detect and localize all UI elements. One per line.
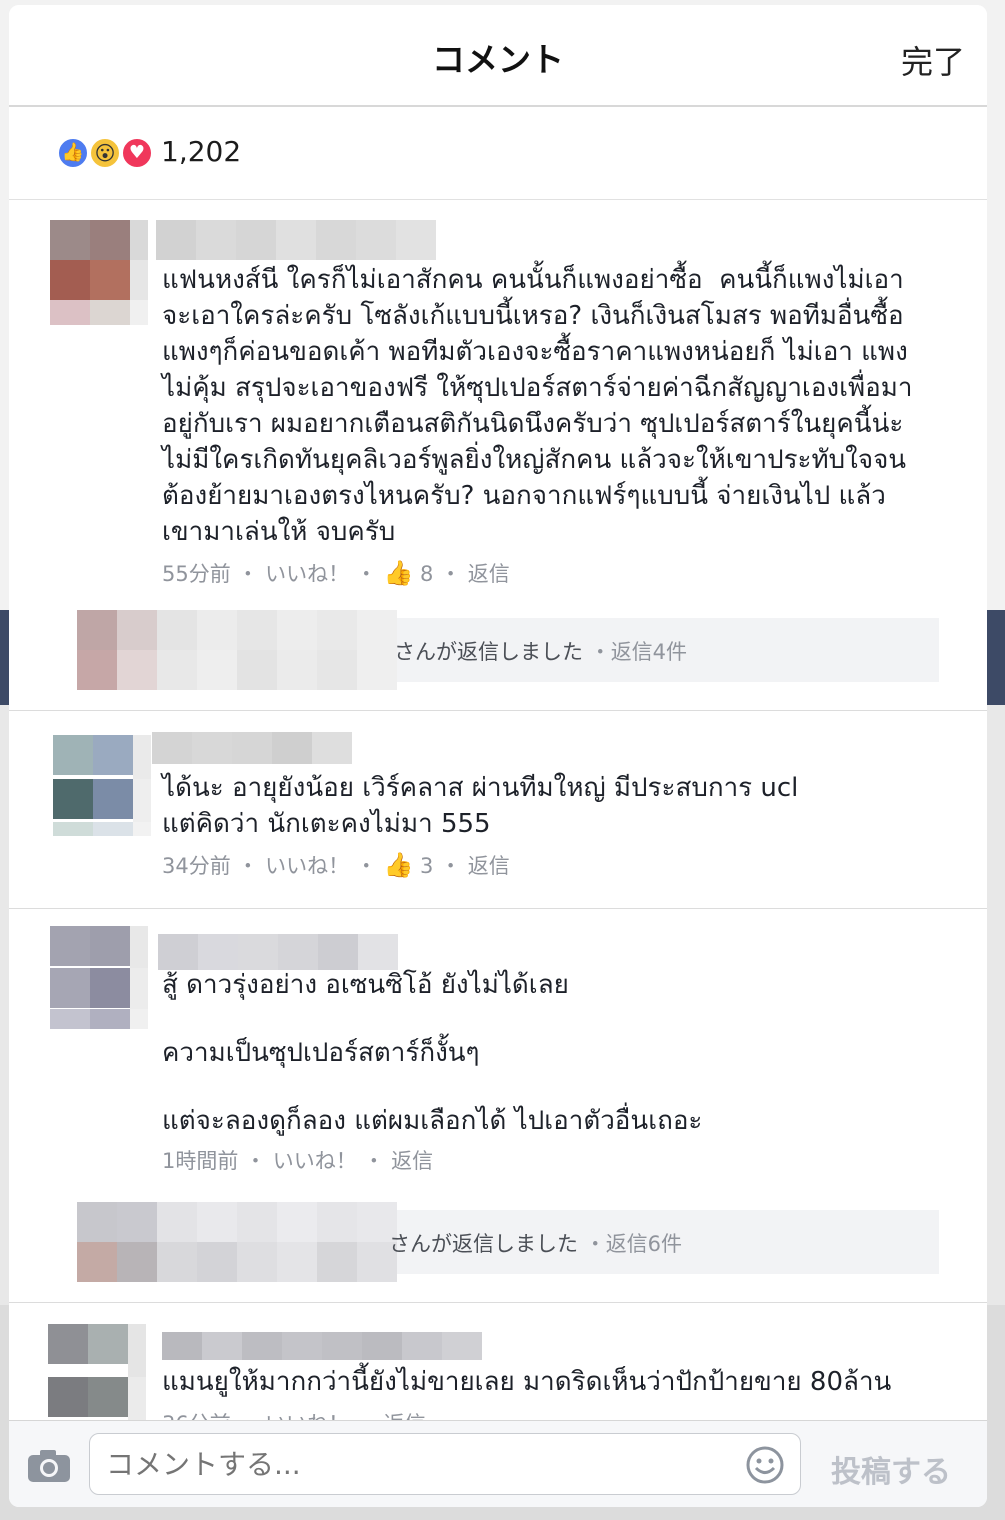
like-link[interactable]: いいね！ xyxy=(265,854,349,878)
comment-time: 36分前 xyxy=(162,1412,231,1420)
comment-text: แฟนหงส์นี ใครก็ไม่เอาสักคน คนนั้นก็แพงอย… xyxy=(162,265,913,547)
comment-list: แฟนหงส์นี ใครก็ไม่เอาสักคน คนนั้นก็แพงอย… xyxy=(9,200,987,1420)
reaction-count: 1,202 xyxy=(161,135,242,168)
like-count: 3 xyxy=(420,854,434,878)
comment-time: 55分前 xyxy=(162,562,231,586)
divider xyxy=(9,908,987,909)
done-button[interactable]: 完了 xyxy=(901,37,965,83)
reply-link[interactable]: 返信 xyxy=(383,1412,425,1420)
comment-input[interactable] xyxy=(89,1433,801,1495)
comment-text: แมนยูให้มากกว่านี้ยังไม่ขายเลย มาดริดเห็… xyxy=(162,1367,892,1397)
like-icon: 👍 xyxy=(57,137,89,169)
avatar[interactable] xyxy=(50,220,148,325)
reply-summary[interactable]: さんが返信しました ・返信4件 xyxy=(77,610,939,690)
comment-text: ได้นะ อายุยังน้อย เวิร์คลาส ผ่านทีมใหญ่ … xyxy=(162,773,799,839)
reply-link[interactable]: 返信 xyxy=(468,562,510,586)
reactions-summary[interactable]: 👍 😮 ♥ 1,202 xyxy=(9,107,987,200)
comment-meta: 1時間前 ・ いいね！ ・ 返信 xyxy=(162,1149,434,1173)
reply-count[interactable]: 返信4件 xyxy=(611,640,687,664)
wow-icon: 😮 xyxy=(89,137,121,169)
camera-icon[interactable] xyxy=(27,1449,71,1483)
love-icon: ♥ xyxy=(121,137,153,169)
like-link[interactable]: いいね！ xyxy=(265,562,349,586)
comment-composer: 投稿する xyxy=(9,1420,987,1507)
replier-avatar xyxy=(77,610,397,690)
sheet-header: コメント 完了 xyxy=(9,5,987,107)
reply-summary-text: さんが返信しました xyxy=(394,640,583,664)
commenter-name[interactable] xyxy=(162,1332,482,1360)
comment-meta: 55分前 ・ いいね！ ・ 👍 8 ・ 返信 xyxy=(162,559,510,587)
reply-summary-text: さんが返信しました xyxy=(389,1232,578,1256)
emoji-icon[interactable] xyxy=(745,1445,785,1485)
comment-text: สู้ ดาวรุ่งอย่าง อเซนซิโอ้ ยังไม่ได้เลย … xyxy=(162,970,703,1136)
avatar[interactable] xyxy=(48,1324,146,1420)
commenter-name[interactable] xyxy=(158,934,398,970)
like-link[interactable]: いいね！ xyxy=(273,1149,357,1173)
comment-time: 1時間前 xyxy=(162,1149,239,1173)
comment-meta: 34分前 ・ いいね！ ・ 👍 3 ・ 返信 xyxy=(162,851,510,879)
comment-time: 34分前 xyxy=(162,854,231,878)
avatar[interactable] xyxy=(50,926,148,1031)
replier-avatar xyxy=(77,1202,397,1282)
comment-meta: 36分前 ・ いいね！ ・ 返信 xyxy=(162,1408,425,1420)
divider xyxy=(9,1302,987,1303)
post-button[interactable]: 投稿する xyxy=(831,1447,951,1491)
page-title: コメント xyxy=(432,40,564,79)
like-count-icon: 👍 xyxy=(383,559,414,587)
reply-link[interactable]: 返信 xyxy=(391,1149,433,1173)
reply-link[interactable]: 返信 xyxy=(468,854,510,878)
reply-summary[interactable]: さんが返信しました ・返信6件 xyxy=(77,1202,939,1282)
like-count: 8 xyxy=(420,562,434,586)
comments-sheet: コメント 完了 👍 😮 ♥ 1,202 แฟนหงส์นี ใครก็ไม่เอ… xyxy=(9,5,987,1507)
like-link[interactable]: いいね！ xyxy=(265,1412,349,1420)
reply-count[interactable]: 返信6件 xyxy=(606,1232,682,1256)
commenter-name[interactable] xyxy=(152,732,352,764)
like-count-icon: 👍 xyxy=(383,851,414,879)
commenter-name[interactable] xyxy=(156,220,436,260)
divider xyxy=(9,710,987,711)
avatar[interactable] xyxy=(53,735,151,840)
